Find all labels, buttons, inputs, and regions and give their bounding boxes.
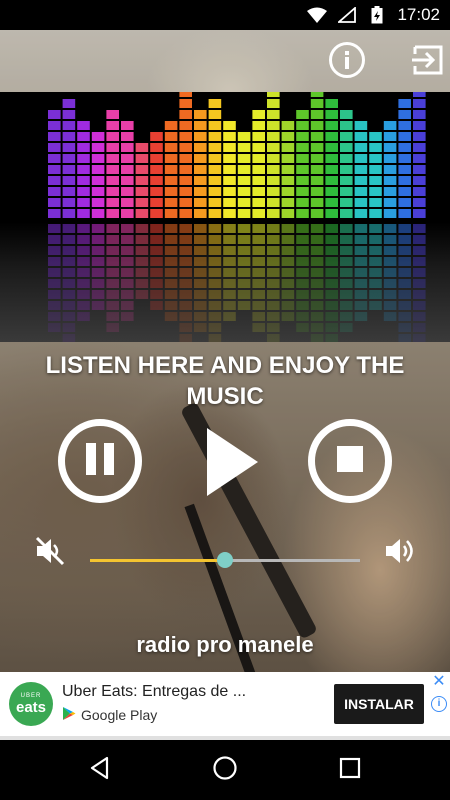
equalizer-bar [179,92,192,342]
equalizer-bar [135,143,149,299]
stop-icon [336,445,364,478]
install-button[interactable]: INSTALAR [334,684,424,724]
back-button[interactable] [84,754,116,786]
equalizer-bar [267,92,280,342]
equalizer-bar [296,110,309,332]
equalizer-graphic [48,92,426,342]
stop-button[interactable] [308,419,392,503]
ad-title[interactable]: Uber Eats: Entregas de ... [62,683,246,701]
navigation-bar [0,740,450,800]
equalizer-bar [223,121,236,321]
equalizer-bar [237,132,251,310]
equalizer-bar [383,121,397,321]
equalizer-banner [0,92,450,342]
status-time: 17:02 [397,5,440,24]
ad-store-label: Google Play [81,707,158,723]
volume-mute-button[interactable] [33,536,67,570]
play-button[interactable] [204,422,262,502]
top-bar [0,30,450,92]
equalizer-bar [48,110,61,332]
battery-charging-icon [367,6,387,24]
volume-slider-thumb[interactable] [217,552,233,568]
equalizer-bar [91,132,105,310]
exit-button[interactable] [408,42,448,82]
ad-store: Google Play [62,706,157,724]
equalizer-bar [310,92,324,342]
home-button[interactable] [209,754,241,786]
info-icon[interactable]: i [431,696,447,712]
station-name: radio pro manele [136,632,314,657]
ad-app-logo[interactable]: UBER eats [9,682,53,726]
volume-up-button[interactable] [383,536,417,570]
volume-up-icon [383,534,417,573]
equalizer-bar [325,99,338,342]
recents-icon [339,757,361,784]
equalizer-bar [354,121,368,321]
info-icon [328,41,366,84]
equalizer-bar [164,121,178,321]
info-button[interactable] [327,41,367,84]
ad-banner[interactable]: UBER eats Uber Eats: Entregas de ... Goo… [0,672,450,736]
volume-slider-fill [90,559,225,562]
wifi-icon [307,6,328,24]
signal-icon [337,6,357,24]
ad-logo-main: eats [15,699,47,716]
close-icon[interactable]: ✕ [431,674,447,690]
equalizer-bar [106,110,119,332]
equalizer-bar [62,99,76,342]
equalizer-bar [77,121,90,321]
equalizer-bar [281,121,295,321]
equalizer-bar [150,132,163,310]
equalizer-bar [208,99,222,342]
home-icon [212,755,238,786]
equalizer-bar [194,110,207,332]
equalizer-bar [340,110,353,332]
equalizer-bar [252,110,265,332]
pause-button[interactable] [58,419,142,503]
equalizer-bar [121,121,134,321]
equalizer-bar [413,92,426,342]
status-bar: 17:02 [0,0,450,30]
volume-mute-icon [34,535,66,572]
exit-icon [410,42,446,83]
equalizer-bar [369,132,382,310]
recents-button[interactable] [334,754,366,786]
equalizer-bar [398,99,411,342]
play-icon [204,428,262,506]
volume-slider[interactable] [90,552,360,568]
page-title: LISTEN HERE AND ENJOY THE MUSIC [45,352,405,410]
pause-icon [83,442,117,481]
back-icon [88,756,112,785]
google-play-icon [62,706,76,724]
